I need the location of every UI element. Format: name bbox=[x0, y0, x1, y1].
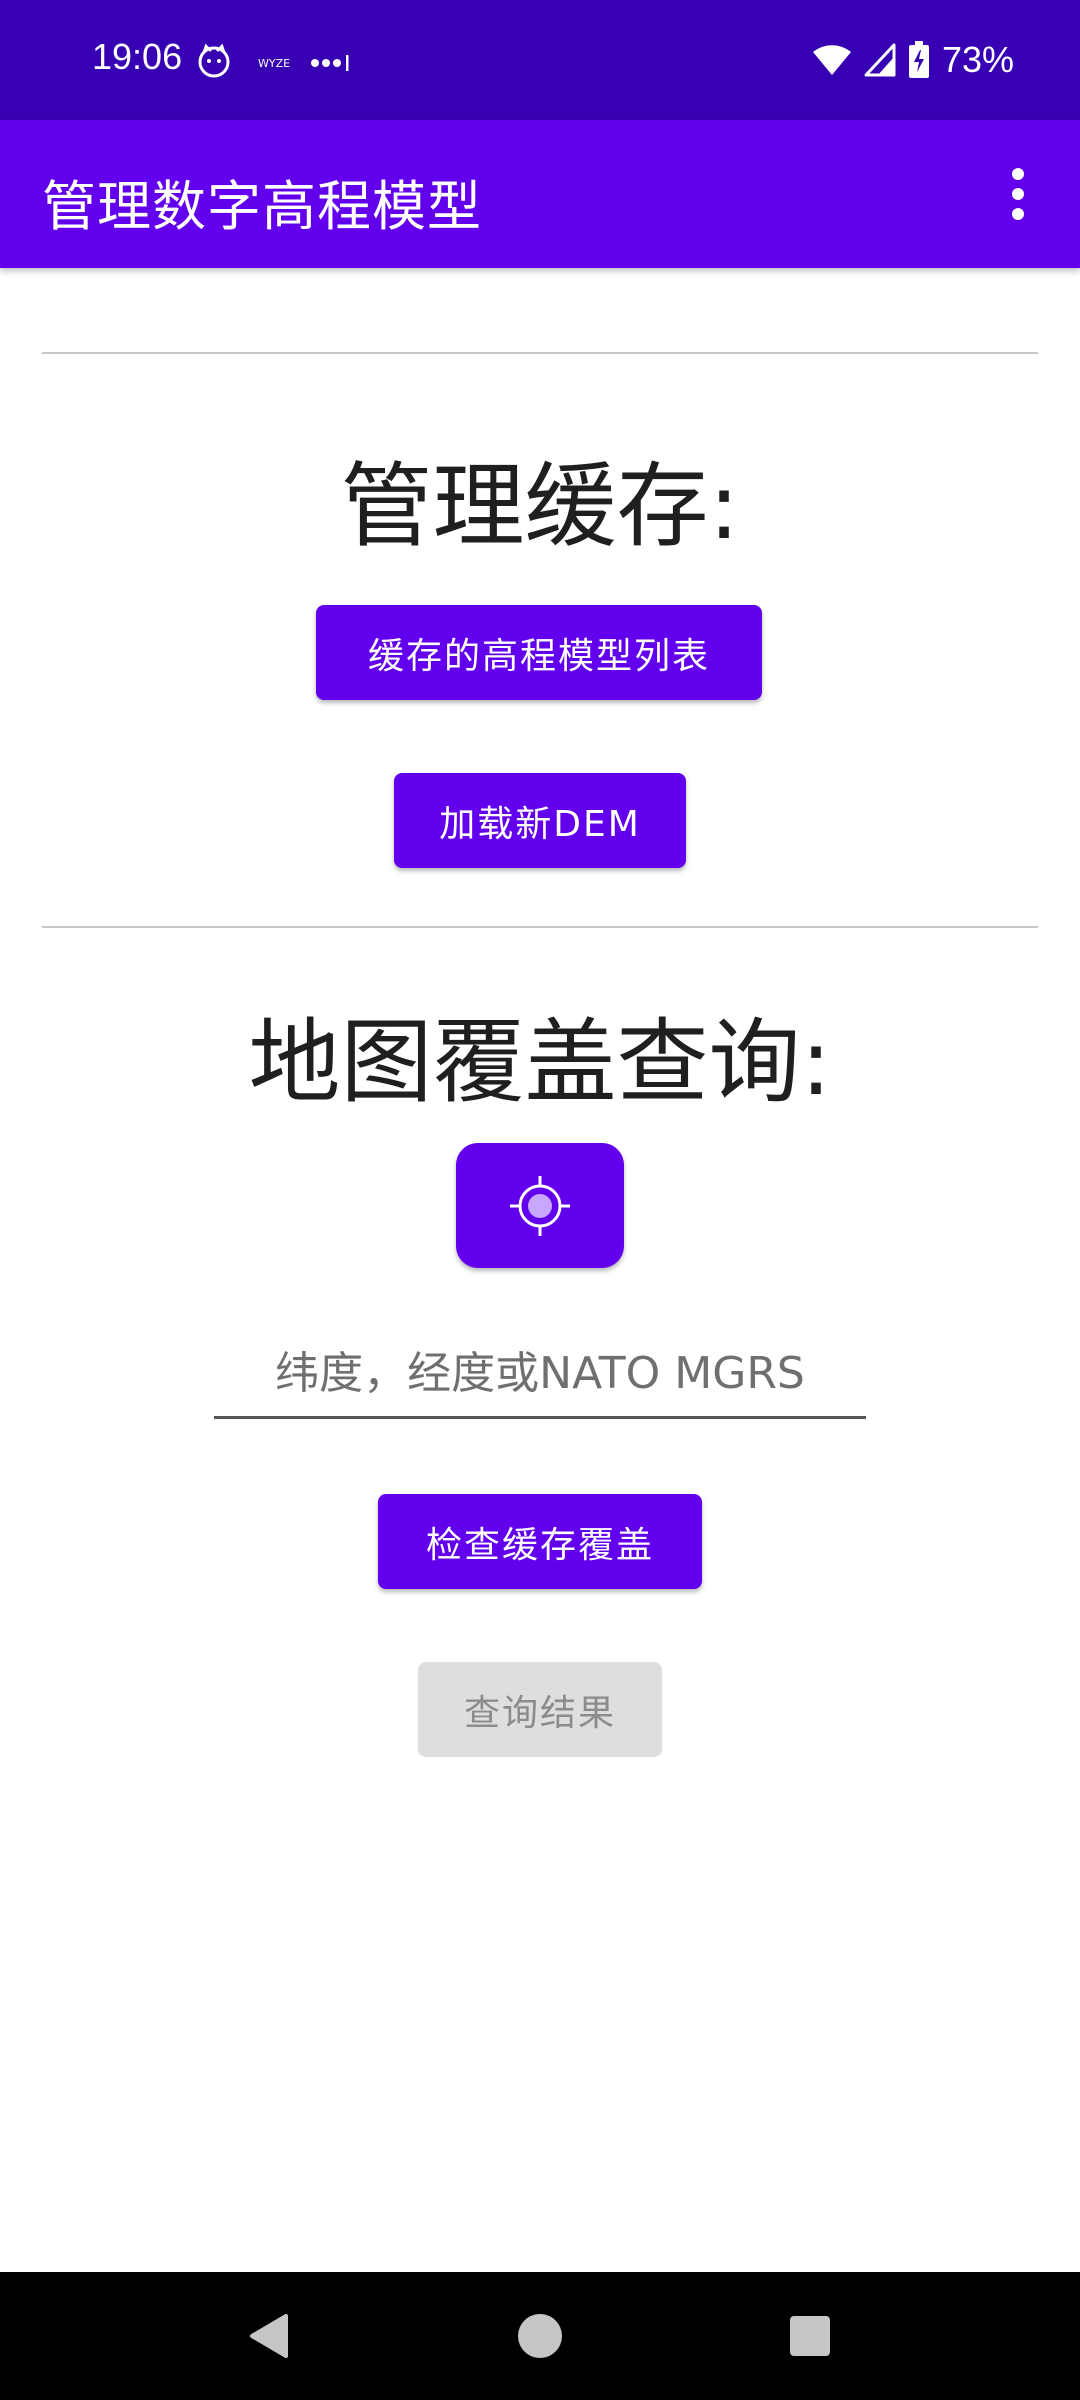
query-result-button: 查询结果 bbox=[418, 1662, 662, 1757]
my-location-icon bbox=[510, 1175, 570, 1236]
back-button[interactable] bbox=[230, 2296, 310, 2376]
navigation-bar bbox=[0, 2272, 1080, 2400]
wifi-icon bbox=[812, 45, 851, 75]
load-new-dem-button[interactable]: 加载新DEM bbox=[394, 773, 686, 868]
back-icon bbox=[250, 2314, 288, 2358]
battery-charging-icon bbox=[908, 41, 929, 78]
status-time: 19:06 bbox=[92, 36, 183, 77]
more-vert-icon bbox=[1012, 168, 1024, 220]
app-bar: 管理数字高程模型 bbox=[0, 120, 1080, 268]
cache-section-heading: 管理缓存: bbox=[340, 453, 740, 560]
divider-middle bbox=[42, 926, 1038, 928]
coordinate-input[interactable] bbox=[214, 1330, 866, 1419]
divider-top bbox=[42, 352, 1038, 354]
battery-percent: 73% bbox=[941, 39, 1014, 80]
status-notification-icons: WYZE bbox=[196, 42, 356, 82]
my-location-button[interactable] bbox=[456, 1143, 624, 1268]
status-system-icons: 73% bbox=[812, 34, 1014, 86]
recents-button[interactable] bbox=[770, 2296, 850, 2376]
overflow-menu-button[interactable] bbox=[978, 154, 1058, 234]
cell-signal-icon bbox=[864, 43, 896, 77]
check-cache-coverage-button[interactable]: 检查缓存覆盖 bbox=[378, 1494, 702, 1589]
home-icon bbox=[518, 2314, 562, 2358]
home-button[interactable] bbox=[500, 2296, 580, 2376]
cached-dem-list-button[interactable]: 缓存的高程模型列表 bbox=[316, 605, 762, 700]
cat-face-icon bbox=[198, 43, 230, 78]
recents-icon bbox=[790, 2316, 830, 2356]
status-bar: 19:06 WYZE 73% bbox=[0, 0, 1080, 120]
svg-text:WYZE: WYZE bbox=[258, 57, 290, 70]
wyze-icon: WYZE bbox=[258, 57, 290, 70]
app-title: 管理数字高程模型 bbox=[42, 175, 482, 238]
more-notifications-icon bbox=[311, 55, 349, 71]
coverage-section-heading: 地图覆盖查询: bbox=[248, 1009, 832, 1116]
